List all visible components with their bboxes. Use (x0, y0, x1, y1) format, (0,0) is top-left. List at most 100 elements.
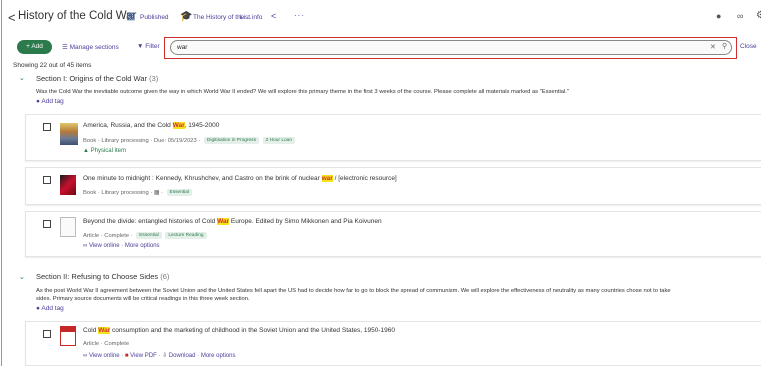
pdf-icon (60, 326, 76, 346)
search-highlight: War (172, 122, 185, 129)
section-description: Was the Cold War the inevitable outcome … (36, 89, 569, 95)
item-title[interactable]: America, Russia, and the Cold War, 1945-… (83, 122, 219, 129)
results-count: Showing 22 out of 45 items (13, 62, 92, 69)
book-cover-image (60, 175, 76, 195)
search-highlight: War (217, 218, 230, 225)
more-options-link[interactable]: More options (125, 243, 160, 249)
item-title-part: / [electronic resource] (332, 175, 397, 182)
add-tag-label: Add tag (41, 305, 64, 312)
item-meta-text: Book · Library processing · Due: 05/19/2… (83, 138, 201, 145)
published-status[interactable]: Published (140, 14, 169, 21)
item-meta-text: Article · Complete · (83, 233, 133, 240)
add-tag-label: Add tag (41, 98, 64, 105)
item-meta: Book · Library processing · ▦ · Essentia… (83, 189, 193, 197)
physical-item-link[interactable]: ▲ Physical item (83, 148, 126, 154)
collapse-section-icon[interactable]: ⌄ (19, 273, 25, 281)
search-input[interactable] (170, 40, 732, 55)
list-item[interactable]: Cold War consumption and the marketing o… (25, 321, 761, 366)
search-highlight: war (321, 175, 333, 182)
back-icon[interactable]: < (8, 10, 16, 25)
close-search-button[interactable]: Close (740, 43, 757, 50)
share-icon[interactable]: < (271, 11, 276, 21)
section-description-line: sides. Primary source documents will be … (36, 295, 250, 302)
item-title[interactable]: One minute to midnight : Kennedy, Khrush… (83, 175, 397, 182)
add-button[interactable]: + Add (17, 40, 52, 54)
section-title-text: Section II: Refusing to Choose Sides (36, 272, 159, 281)
item-meta: Book · Library processing · Due: 05/19/2… (83, 137, 296, 145)
pdf-small-icon: ■ (124, 353, 129, 359)
header: < History of the Cold War ▩ Published 🎓 … (2, 0, 761, 34)
manage-sections-label: Manage sections (69, 44, 119, 51)
list-item[interactable]: Beyond the divide: entangled histories o… (25, 211, 761, 257)
article-icon (60, 217, 76, 237)
item-title-part: Cold (83, 327, 99, 334)
more-options-icon[interactable]: ··· (294, 11, 305, 20)
filter-label: Filter (145, 43, 160, 50)
list-icon: ☰ (62, 44, 68, 51)
item-actions: ∞ View online · ■ View PDF · ⇩ Download … (83, 353, 236, 359)
item-meta: Article · Complete · Essential Lecture R… (83, 232, 207, 239)
item-checkbox[interactable] (43, 220, 51, 228)
ebook-icon: ▦ (153, 190, 160, 197)
filter-icon: ▼ (137, 43, 144, 50)
section-title[interactable]: Section I: Origins of the Cold War (3) (36, 74, 158, 83)
item-meta: Article · Complete (83, 341, 130, 347)
section-title[interactable]: Section II: Refusing to Choose Sides (6) (36, 272, 169, 281)
status-badge: Digitisation in Progress (203, 137, 259, 144)
item-title-part: consumption and the marketing of childho… (110, 327, 395, 334)
graduation-cap-icon: 🎓 (180, 11, 193, 22)
item-title[interactable]: Beyond the divide: entangled histories o… (83, 218, 382, 225)
section-count: (3) (149, 74, 159, 83)
section-description: As the post World War II agreement betwe… (36, 288, 756, 303)
item-meta-text: Book · Library processing · (83, 190, 153, 197)
item-title-part: , 1945-2000 (184, 122, 220, 129)
download-icon: ⇩ (162, 353, 168, 359)
book-cover-image (60, 123, 78, 145)
link-icon[interactable]: ∞ (737, 11, 743, 21)
add-tag-link[interactable]: ● Add tag (36, 305, 64, 312)
manage-sections-button[interactable]: ☰ Manage sections (62, 43, 119, 51)
search-icon[interactable]: ⚲ (722, 42, 727, 50)
view-online-link[interactable]: View online (89, 353, 120, 359)
section-title-text: Section I: Origins of the Cold War (36, 74, 148, 83)
essential-badge: Essential (136, 232, 162, 239)
item-actions: ∞ View online · More options (83, 243, 160, 249)
gear-icon[interactable]: ⚙ (756, 10, 761, 21)
item-title-part: Europe. Edited by Simo Mikkonen and Pia … (229, 218, 382, 225)
published-icon: ▩ (126, 11, 136, 22)
clear-search-icon[interactable]: ✕ (710, 43, 716, 51)
essential-badge: Essential (166, 189, 193, 196)
lecture-reading-badge: Lecture Reading (165, 232, 207, 239)
view-pdf-link[interactable]: View PDF (130, 353, 157, 359)
list-item[interactable]: America, Russia, and the Cold War, 1945-… (25, 114, 761, 161)
view-online-link[interactable]: View online (89, 243, 120, 249)
item-title-part: Beyond the divide: entangled histories o… (83, 218, 218, 225)
list-info-link[interactable]: List info (240, 14, 262, 21)
tag-icon: ● (36, 305, 40, 312)
library-icon: ▲ (83, 148, 89, 154)
physical-item-label: Physical item (90, 148, 126, 154)
item-title[interactable]: Cold War consumption and the marketing o… (83, 327, 395, 334)
section-count: (6) (160, 272, 170, 281)
filter-button[interactable]: ▼ Filter (137, 43, 160, 50)
link-icon: ∞ (83, 243, 88, 249)
person-icon[interactable]: ● (716, 11, 721, 21)
download-link[interactable]: Download (169, 353, 196, 359)
search-highlight: War (98, 327, 111, 334)
tag-icon: ● (36, 98, 40, 105)
item-checkbox[interactable] (43, 330, 51, 338)
app-frame: < History of the Cold War ▩ Published 🎓 … (1, 0, 761, 366)
list-item[interactable]: One minute to midnight : Kennedy, Khrush… (25, 167, 761, 205)
item-title-part: One minute to midnight : Kennedy, Khrush… (83, 175, 322, 182)
loan-badge: 2 Hour Loan (262, 137, 296, 144)
link-icon: ∞ (83, 353, 88, 359)
item-title-part: America, Russia, and the Cold (83, 122, 173, 129)
more-options-link[interactable]: More options (201, 353, 236, 359)
page-title: History of the Cold War (18, 10, 137, 22)
pdf-icon-band (61, 327, 75, 332)
item-checkbox[interactable] (43, 123, 51, 131)
item-checkbox[interactable] (43, 176, 51, 184)
collapse-section-icon[interactable]: ⌄ (19, 74, 25, 82)
section-description-line: As the post World War II agreement betwe… (36, 288, 671, 294)
add-tag-link[interactable]: ● Add tag (36, 98, 64, 105)
